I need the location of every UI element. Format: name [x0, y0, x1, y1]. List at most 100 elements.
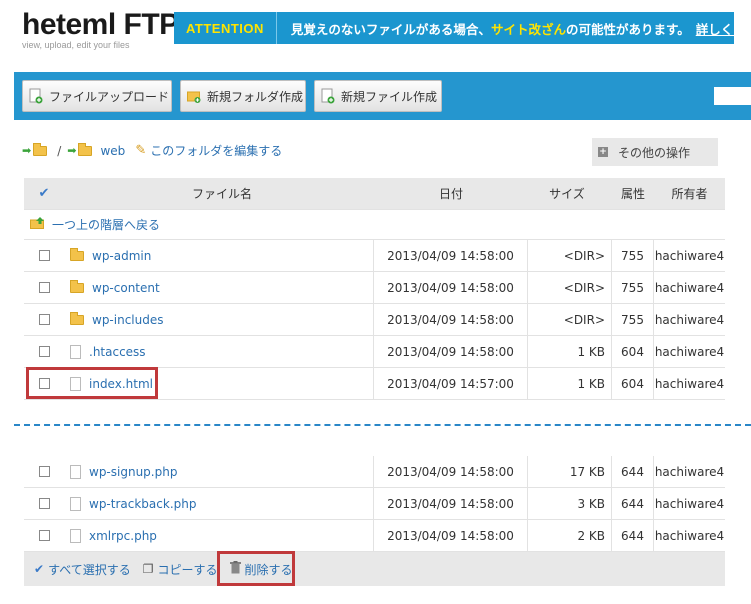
row-permission[interactable]: 644 [612, 520, 654, 551]
row-name-cell: wp-admin [64, 240, 374, 271]
breadcrumb: ➡ / ➡ web ✎ このフォルダを編集する [22, 142, 282, 159]
row-size: <DIR> [528, 240, 612, 271]
row-owner: hachiware4 [654, 496, 725, 511]
breadcrumb-root[interactable]: / [57, 144, 61, 158]
new-folder-button-label: 新規フォルダ作成 [207, 89, 304, 104]
bulk-actions-bar: ✔ すべて選択する ❐ コピーする 削除する [24, 552, 725, 586]
row-checkbox[interactable] [38, 466, 50, 477]
row-date: 2013/04/09 14:58:00 [374, 304, 528, 335]
new-file-icon [321, 88, 335, 104]
row-owner: hachiware4 [654, 280, 725, 295]
row-checkbox[interactable] [38, 498, 50, 509]
row-checkbox[interactable] [38, 250, 50, 261]
attention-text-before: 見覚えのないファイルがある場合、 [290, 21, 491, 37]
row-permission[interactable]: 755 [612, 304, 654, 335]
search-input[interactable] [714, 87, 751, 105]
row-date: 2013/04/09 14:58:00 [374, 240, 528, 271]
file-icon [70, 528, 81, 543]
other-operations-label: その他の操作 [618, 145, 691, 160]
new-file-button[interactable]: 新規ファイル作成 [314, 80, 442, 112]
table-row[interactable]: wp-trackback.php 2013/04/09 14:58:00 3 KB 6… [24, 488, 725, 520]
row-permission[interactable]: 644 [612, 488, 654, 519]
header-owner[interactable]: 所有者 [654, 178, 725, 209]
folder-up-icon [30, 217, 46, 232]
row-name-cell: .htaccess [64, 336, 374, 367]
row-owner: hachiware4 [654, 312, 725, 327]
attention-details-link[interactable]: 詳しくはこちら [696, 22, 751, 37]
table-row[interactable]: wp-signup.php 2013/04/09 14:58:00 17 KB 644… [24, 456, 725, 488]
row-size: 17 KB [528, 456, 612, 487]
attention-highlight: サイト改ざん [490, 21, 566, 37]
file-name-link[interactable]: wp-signup.php [89, 465, 177, 479]
row-name-cell: wp-signup.php [64, 456, 374, 487]
table-row[interactable]: wp-content 2013/04/09 14:58:00 <DIR> 755 hac… [24, 272, 725, 304]
header-date[interactable]: 日付 [374, 178, 528, 209]
row-name-cell: wp-trackback.php [64, 488, 374, 519]
row-checkbox[interactable] [38, 530, 50, 541]
file-name-link[interactable]: wp-trackback.php [89, 497, 196, 511]
row-permission[interactable]: 604 [612, 336, 654, 367]
folder-icon [70, 311, 84, 325]
arrow-right-icon: ➡ [22, 144, 32, 157]
parent-directory-link[interactable]: 一つ上の階層へ戻る [52, 216, 160, 233]
attention-text: 見覚えのないファイルがある場合、サイト改ざんの可能性があります。詳しくはこちら [277, 19, 751, 38]
attention-text-after: の可能性があります。 [565, 21, 690, 37]
folder-icon [78, 142, 93, 156]
row-owner: hachiware4 [654, 248, 725, 263]
app-logo-title: heteml FTP [22, 8, 179, 41]
row-checkbox[interactable] [38, 314, 50, 325]
row-checkbox[interactable] [38, 346, 50, 357]
upload-button-label: ファイルアップロード [49, 89, 170, 104]
header-name[interactable]: ファイル名 [64, 178, 374, 209]
row-permission[interactable]: 755 [612, 240, 654, 271]
file-name-link[interactable]: wp-admin [92, 249, 151, 263]
toolbar: ファイルアップロード 新規フォルダ作成 新規ファイル作成 [14, 72, 751, 120]
parent-directory-row[interactable]: 一つ上の階層へ戻る [24, 210, 725, 240]
table-header: ✔ ファイル名 日付 サイズ 属性 所有者 [24, 178, 725, 210]
breadcrumb-folder-web[interactable]: web [100, 144, 125, 158]
file-upload-icon [29, 88, 43, 104]
copy-label: コピーする [157, 562, 218, 577]
row-name-cell: wp-includes [64, 304, 374, 335]
row-checkbox[interactable] [38, 282, 50, 293]
file-name-link[interactable]: wp-content [92, 281, 160, 295]
attention-banner: ATTENTION 見覚えのないファイルがある場合、サイト改ざんの可能性がありま… [174, 12, 751, 44]
annotation-highlight-index-html [26, 367, 158, 399]
file-name-link[interactable]: wp-includes [92, 313, 164, 327]
table-row[interactable]: xmlrpc.php 2013/04/09 14:58:00 2 KB 644 hach… [24, 520, 725, 552]
copy-button[interactable]: ❐ コピーする [143, 561, 218, 578]
pencil-icon: ✎ [135, 143, 147, 158]
new-file-button-label: 新規ファイル作成 [341, 89, 438, 104]
row-size: <DIR> [528, 304, 612, 335]
row-size: 3 KB [528, 488, 612, 519]
new-folder-button[interactable]: 新規フォルダ作成 [180, 80, 306, 112]
attention-label: ATTENTION [174, 12, 277, 44]
file-icon [70, 496, 81, 511]
select-all-check-icon[interactable]: ✔ [39, 186, 50, 201]
row-date: 2013/04/09 14:57:00 [374, 368, 528, 399]
section-divider [14, 424, 751, 426]
header-perm[interactable]: 属性 [612, 178, 654, 209]
row-permission[interactable]: 644 [612, 456, 654, 487]
file-icon [70, 344, 81, 359]
app-logo-subtitle: view, upload, edit your files [22, 40, 130, 50]
row-owner: hachiware4 [654, 344, 725, 359]
row-size: 1 KB [528, 336, 612, 367]
upload-button[interactable]: ファイルアップロード [22, 80, 172, 112]
table-row[interactable]: wp-includes 2013/04/09 14:58:00 <DIR> 755 ha… [24, 304, 725, 336]
plus-icon: + [598, 147, 608, 157]
folder-icon [70, 279, 84, 293]
row-date: 2013/04/09 14:58:00 [374, 456, 528, 487]
table-row[interactable]: .htaccess 2013/04/09 14:58:00 1 KB 604 hachi… [24, 336, 725, 368]
row-permission[interactable]: 755 [612, 272, 654, 303]
edit-folder-link[interactable]: このフォルダを編集する [150, 142, 282, 159]
row-owner: hachiware4 [654, 376, 725, 391]
row-permission[interactable]: 604 [612, 368, 654, 399]
other-operations-button[interactable]: + その他の操作 [592, 138, 718, 166]
row-owner: hachiware4 [654, 528, 725, 543]
file-name-link[interactable]: xmlrpc.php [89, 529, 157, 543]
file-name-link[interactable]: .htaccess [89, 345, 146, 359]
table-row[interactable]: wp-admin 2013/04/09 14:58:00 <DIR> 755 hachi… [24, 240, 725, 272]
header-size[interactable]: サイズ [528, 178, 612, 209]
select-all-button[interactable]: ✔ すべて選択する [34, 561, 131, 578]
